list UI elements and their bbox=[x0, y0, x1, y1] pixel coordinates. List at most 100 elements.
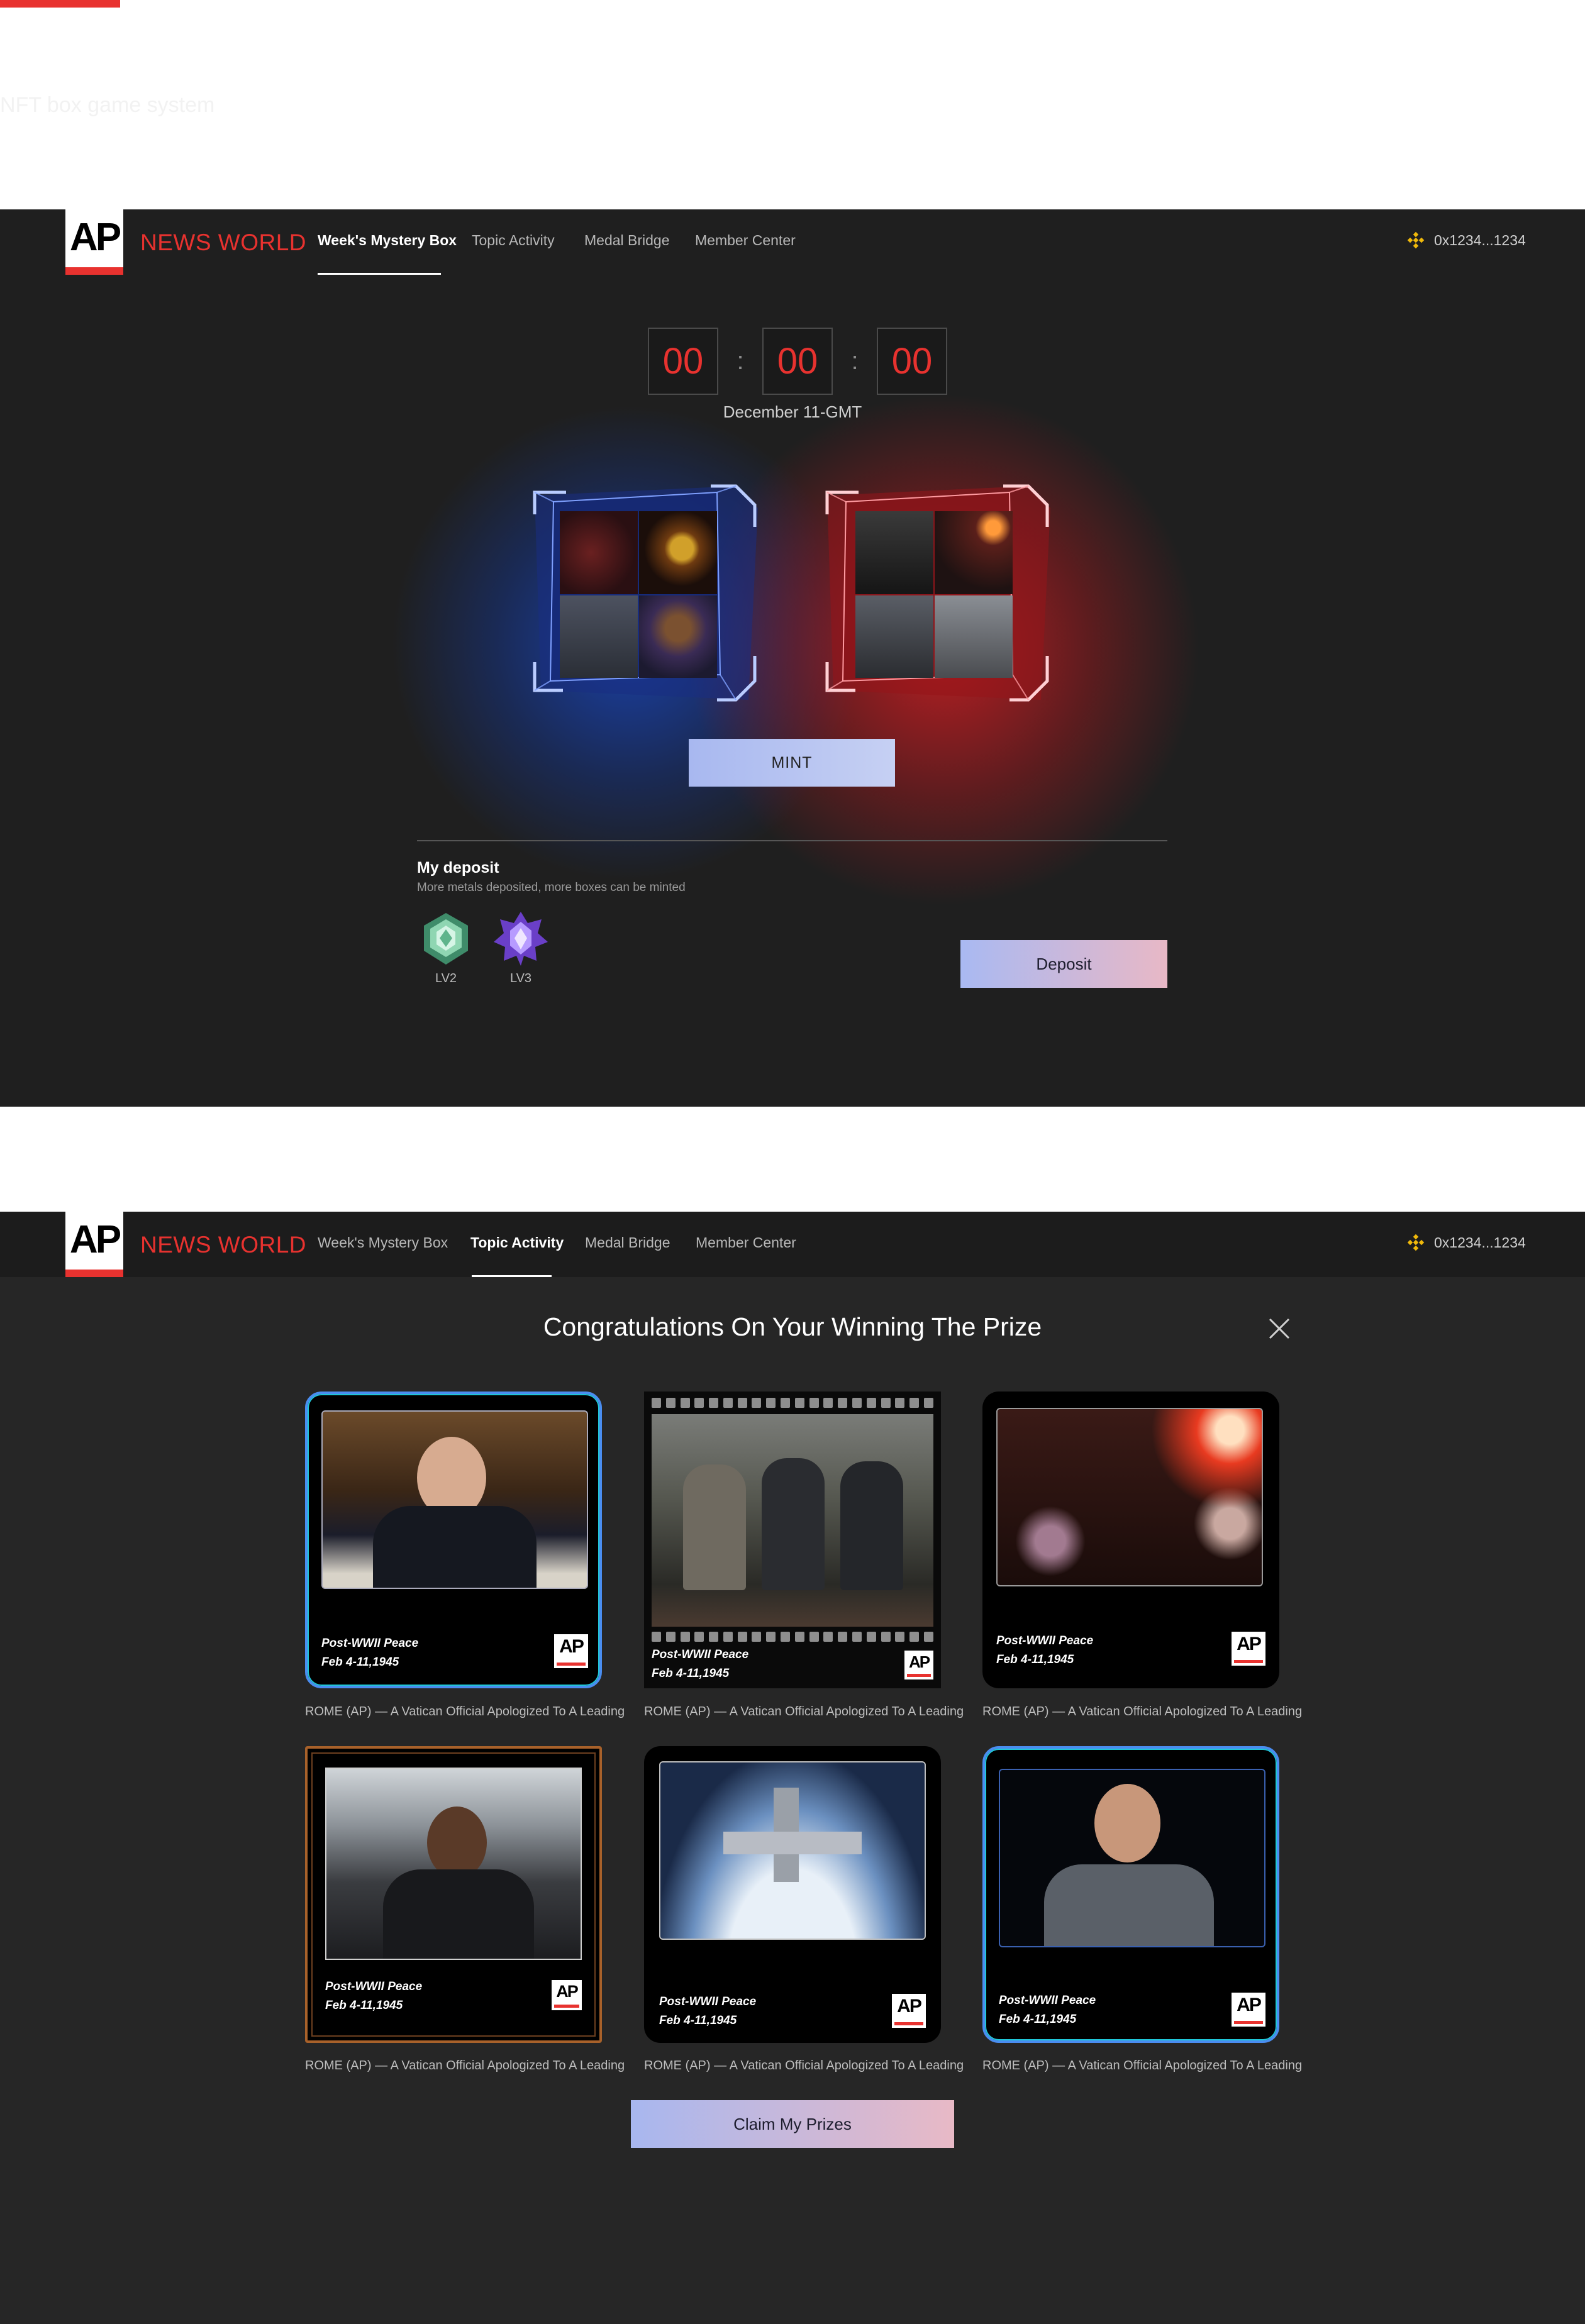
close-icon[interactable] bbox=[1268, 1317, 1291, 1340]
section-divider bbox=[417, 840, 1167, 841]
claim-prizes-button[interactable]: Claim My Prizes bbox=[631, 2100, 954, 2148]
ap-badge: AP bbox=[904, 1651, 933, 1679]
top-nav: AP NEWS WORLD Week's Mystery Box Topic A… bbox=[0, 1212, 1585, 1277]
nav-item-medal-bridge[interactable]: Medal Bridge bbox=[584, 232, 670, 249]
countdown-seconds: 00 bbox=[877, 328, 947, 395]
nav-item-mystery-box[interactable]: Week's Mystery Box bbox=[318, 1234, 448, 1251]
card-title-line2: Feb 4-11,1945 bbox=[652, 1667, 730, 1680]
portrait-suit bbox=[1044, 1864, 1214, 1946]
ap-badge: AP bbox=[1232, 1993, 1265, 2027]
card-title-line1: Post-WWII Peace bbox=[999, 1994, 1096, 2007]
film-perforations-bottom bbox=[652, 1632, 933, 1642]
binance-icon bbox=[1407, 231, 1425, 249]
portrait-suit bbox=[373, 1506, 537, 1588]
prize-card[interactable]: Post-WWII Peace Feb 4-11,1945 AP bbox=[644, 1746, 941, 2043]
prize-card[interactable]: Post-WWII Peace Feb 4-11,1945 AP bbox=[982, 1392, 1279, 1688]
card-title-line2: Feb 4-11,1945 bbox=[321, 1656, 399, 1669]
wallet-address: 0x1234...1234 bbox=[1434, 1234, 1526, 1251]
card-caption: ROME (AP) — A Vatican Official Apologize… bbox=[644, 1705, 964, 1718]
red-accent-strip bbox=[0, 0, 120, 8]
card-title-line2: Feb 4-11,1945 bbox=[999, 2013, 1077, 2026]
card-title-line1: Post-WWII Peace bbox=[659, 1995, 757, 2008]
card-caption: ROME (AP) — A Vatican Official Apologize… bbox=[305, 2059, 625, 2072]
logo-text: AP bbox=[69, 1218, 121, 1261]
medal-lv2[interactable]: LV2 bbox=[418, 910, 474, 986]
figure-center bbox=[762, 1458, 825, 1590]
ap-badge: AP bbox=[892, 1994, 926, 2028]
card-photo bbox=[999, 1769, 1265, 1947]
logo-bar bbox=[65, 1270, 123, 1277]
active-tab-underline bbox=[318, 273, 441, 275]
thumb-portraits bbox=[855, 595, 933, 678]
portrait-suit bbox=[383, 1869, 534, 1959]
prize-card[interactable]: Post-WWII Peace Feb 4-11,1945 AP bbox=[305, 1746, 602, 2043]
card-title: Post-WWII Peace Feb 4-11,1945 bbox=[996, 1632, 1093, 1669]
active-tab-underline bbox=[472, 1275, 552, 1277]
prize-title: Congratulations On Your Winning The Priz… bbox=[543, 1312, 1042, 1341]
nav-item-member-center[interactable]: Member Center bbox=[695, 232, 796, 249]
blue-box-thumbnails bbox=[560, 511, 717, 678]
wallet-button[interactable]: 0x1234...1234 bbox=[1406, 1233, 1526, 1252]
nav-item-medal-bridge[interactable]: Medal Bridge bbox=[585, 1234, 670, 1251]
wallet-button[interactable]: 0x1234...1234 bbox=[1406, 231, 1526, 250]
card-title: Post-WWII Peace Feb 4-11,1945 bbox=[999, 1991, 1096, 2029]
prize-card[interactable]: Post-WWII Peace Feb 4-11,1945 AP bbox=[305, 1392, 602, 1688]
thumb-tower bbox=[855, 511, 933, 594]
prize-card[interactable]: Post-WWII Peace Feb 4-11,1945 AP bbox=[982, 1746, 1279, 2043]
card-title: Post-WWII Peace Feb 4-11,1945 bbox=[652, 1646, 748, 1683]
medal-label: LV2 bbox=[435, 971, 457, 985]
card-caption: ROME (AP) — A Vatican Official Apologize… bbox=[305, 1705, 625, 1718]
card-photo bbox=[325, 1768, 582, 1960]
green-medal-icon bbox=[424, 913, 468, 965]
thumb-crowd bbox=[560, 511, 638, 594]
red-box-thumbnails bbox=[855, 511, 1013, 678]
brand-name[interactable]: NEWS WORLD bbox=[140, 1232, 306, 1258]
nav-item-topic-activity[interactable]: Topic Activity bbox=[470, 1234, 564, 1251]
logo-text: AP bbox=[69, 216, 121, 259]
card-photo bbox=[321, 1410, 588, 1589]
nav-item-mystery-box[interactable]: Week's Mystery Box bbox=[318, 232, 457, 249]
film-perforations-top bbox=[652, 1398, 933, 1408]
portrait-face bbox=[1094, 1784, 1160, 1862]
card-title: Post-WWII Peace Feb 4-11,1945 bbox=[659, 1993, 756, 2030]
ap-logo[interactable]: AP bbox=[65, 1212, 123, 1277]
thumb-night bbox=[935, 511, 1013, 594]
thumb-street bbox=[935, 595, 1013, 678]
prize-card[interactable]: Post-WWII Peace Feb 4-11,1945 AP bbox=[644, 1392, 941, 1688]
card-caption: ROME (AP) — A Vatican Official Apologize… bbox=[982, 2059, 1303, 2072]
binance-icon bbox=[1407, 1234, 1425, 1251]
countdown-timer: 00 : 00 : 00 bbox=[648, 328, 947, 395]
page: NFT box game system AP NEWS WORLD Week's… bbox=[0, 0, 1585, 2324]
countdown-separator: : bbox=[851, 347, 859, 375]
mystery-box-screen: AP NEWS WORLD Week's Mystery Box Topic A… bbox=[0, 209, 1585, 1107]
nav-item-topic-activity[interactable]: Topic Activity bbox=[472, 232, 555, 249]
card-caption: ROME (AP) — A Vatican Official Apologize… bbox=[982, 1705, 1303, 1718]
mint-button[interactable]: MINT bbox=[689, 739, 895, 787]
card-title: Post-WWII Peace Feb 4-11,1945 bbox=[321, 1634, 418, 1672]
ap-badge: AP bbox=[554, 1634, 588, 1668]
figure-left bbox=[683, 1464, 746, 1590]
page-caption: NFT box game system bbox=[0, 93, 215, 117]
countdown-date: December 11-GMT bbox=[723, 402, 862, 421]
card-title-line2: Feb 4-11,1945 bbox=[996, 1653, 1074, 1666]
card-title-line1: Post-WWII Peace bbox=[321, 1637, 419, 1650]
deposit-button[interactable]: Deposit bbox=[960, 940, 1167, 988]
ap-badge: AP bbox=[1232, 1632, 1265, 1666]
wallet-address: 0x1234...1234 bbox=[1434, 231, 1526, 248]
card-title-line2: Feb 4-11,1945 bbox=[325, 1999, 403, 2012]
ap-logo[interactable]: AP bbox=[65, 209, 123, 275]
figure-right bbox=[840, 1461, 903, 1590]
medal-lv3[interactable]: LV3 bbox=[492, 910, 549, 986]
card-title-line1: Post-WWII Peace bbox=[996, 1634, 1094, 1647]
brand-name[interactable]: NEWS WORLD bbox=[140, 230, 306, 256]
station-truss bbox=[723, 1832, 862, 1854]
card-title-line1: Post-WWII Peace bbox=[325, 1980, 423, 1993]
countdown-minutes: 00 bbox=[762, 328, 833, 395]
deposit-title: My deposit bbox=[417, 859, 499, 877]
nav-item-member-center[interactable]: Member Center bbox=[696, 1234, 796, 1251]
top-nav: AP NEWS WORLD Week's Mystery Box Topic A… bbox=[0, 209, 1585, 275]
blue-mystery-box[interactable] bbox=[528, 473, 761, 712]
purple-medal-icon bbox=[494, 912, 548, 966]
red-mystery-box[interactable] bbox=[821, 473, 1054, 712]
card-photo bbox=[659, 1761, 926, 1940]
